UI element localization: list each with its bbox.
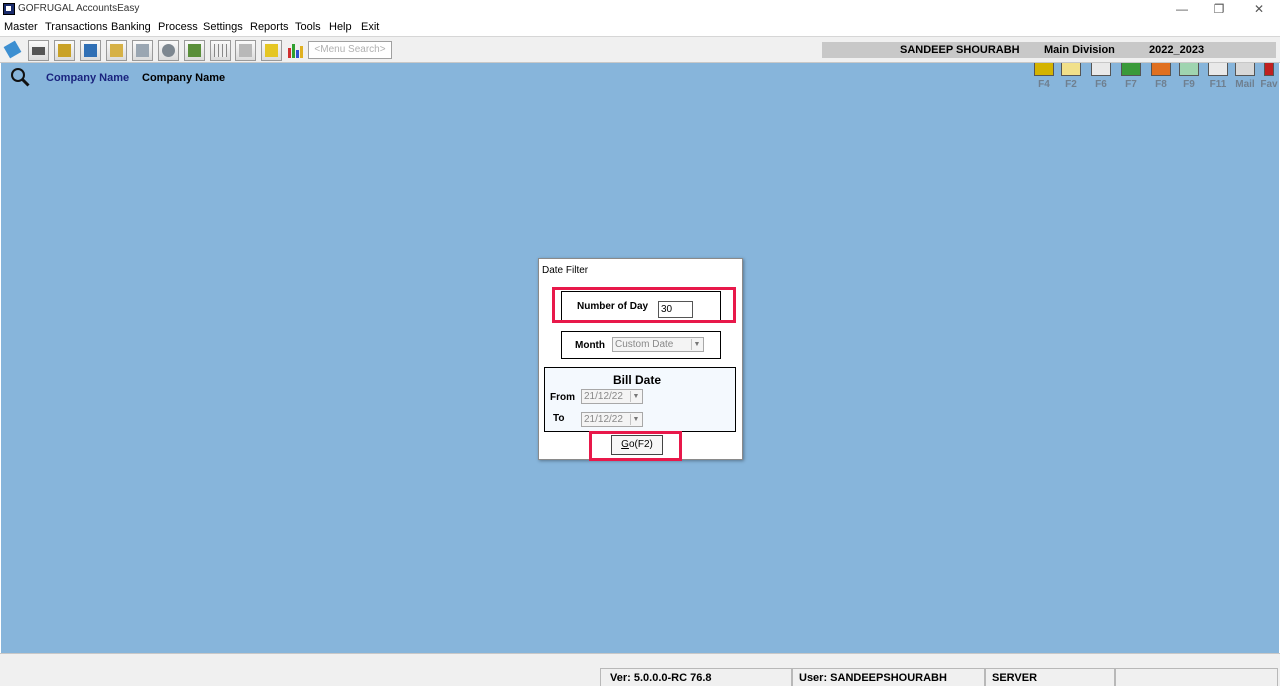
menu-search-input[interactable]: <Menu Search> (308, 41, 392, 59)
app-icon (3, 3, 15, 15)
status-empty-cell (1115, 668, 1278, 686)
status-bar: Ver: 5.0.0.0-RC 76.8 User: SANDEEPSHOURA… (0, 653, 1280, 686)
toolbar: <Menu Search> SANDEEP SHOURABH Main Divi… (0, 36, 1280, 63)
mail-icon (1235, 63, 1255, 76)
bill-date-label: Bill Date (613, 373, 662, 387)
f2-shortcut[interactable]: F2 (1058, 63, 1084, 91)
menu-exit[interactable]: Exit (361, 21, 379, 33)
search-icon[interactable] (10, 67, 30, 87)
menu-master[interactable]: Master (4, 21, 38, 33)
menu-help[interactable]: Help (329, 21, 352, 33)
minimize-button[interactable]: — (1167, 1, 1197, 17)
f7-shortcut[interactable]: F7 (1118, 63, 1144, 91)
user-name: SANDEEP SHOURABH (900, 44, 1020, 56)
bill-date-group: Bill Date From 21/12/22 ▼ To 21/12/22 ▼ (544, 367, 736, 432)
from-date-select[interactable]: 21/12/22 ▼ (581, 389, 643, 404)
bar-chart-graphic (288, 44, 303, 58)
number-of-day-highlight (552, 287, 736, 323)
calculator-icon[interactable] (235, 40, 256, 61)
f11-shortcut[interactable]: F11 (1205, 63, 1231, 91)
folder-icon[interactable] (106, 40, 127, 61)
f4-shortcut[interactable]: F4 (1031, 63, 1057, 91)
book-icon[interactable] (3, 40, 24, 61)
gear-document-icon[interactable] (158, 40, 179, 61)
date-filter-dialog: Date Filter Number of Day 30 Month Custo… (538, 258, 743, 461)
menu-tools[interactable]: Tools (295, 21, 321, 33)
division-name: Main Division (1044, 44, 1115, 56)
pencil-icon (1061, 63, 1081, 76)
menu-banking[interactable]: Banking (111, 21, 151, 33)
month-select[interactable]: Custom Date ▼ (612, 337, 704, 352)
fav-shortcut[interactable]: Fav (1259, 63, 1279, 91)
dialog-title: Date Filter (542, 265, 589, 276)
bar-chart-icon[interactable] (286, 40, 307, 61)
to-date-select[interactable]: 21/12/22 ▼ (581, 412, 643, 427)
f9-shortcut[interactable]: F9 (1176, 63, 1202, 91)
menu-transactions[interactable]: Transactions (45, 21, 108, 33)
user-label: User: SANDEEPSHOURABH (792, 668, 985, 686)
month-group: Month Custom Date ▼ (561, 331, 721, 359)
menu-settings[interactable]: Settings (203, 21, 243, 33)
to-label: To (553, 413, 565, 424)
window-title: GOFRUGAL AccountsEasy (18, 3, 140, 14)
chevron-down-icon: ▼ (691, 339, 702, 350)
wrench-icon (1151, 63, 1171, 76)
print-icon (1091, 63, 1111, 76)
close-button[interactable]: ✕ (1244, 1, 1274, 17)
month-label: Month (575, 340, 605, 351)
mail-shortcut[interactable]: Mail (1232, 63, 1258, 91)
version-label: Ver: 5.0.0.0-RC 76.8 (600, 668, 792, 686)
ledger-icon[interactable] (80, 40, 101, 61)
exit-icon[interactable] (261, 40, 282, 61)
tree-icon (1121, 63, 1141, 76)
chevron-down-icon: ▼ (630, 414, 641, 425)
bookmark-icon (1264, 63, 1274, 76)
refresh-icon (1179, 63, 1199, 76)
document-icon[interactable] (132, 40, 153, 61)
server-label: SERVER (985, 668, 1115, 686)
f6-shortcut[interactable]: F6 (1088, 63, 1114, 91)
restore-button[interactable]: ❐ (1204, 1, 1234, 17)
menu-bar: Master Transactions Banking Process Sett… (0, 18, 1280, 36)
box-icon[interactable] (54, 40, 75, 61)
checklist-icon[interactable] (184, 40, 205, 61)
from-label: From (550, 392, 575, 403)
title-bar: GOFRUGAL AccountsEasy — ❐ ✕ (0, 0, 1280, 18)
grid-icon[interactable] (210, 40, 231, 61)
menu-reports[interactable]: Reports (250, 21, 289, 33)
menu-process[interactable]: Process (158, 21, 198, 33)
company-name-label: Company Name (142, 72, 226, 84)
printer-icon[interactable] (28, 40, 49, 61)
go-button-highlight (589, 431, 682, 461)
company-name-link[interactable]: Company Name (46, 72, 129, 84)
f8-shortcut[interactable]: F8 (1148, 63, 1174, 91)
notepad-icon (1208, 63, 1228, 76)
session-info-strip: SANDEEP SHOURABH Main Division 2022_2023 (822, 42, 1276, 58)
chevron-down-icon: ▼ (630, 391, 641, 402)
financial-year: 2022_2023 (1149, 44, 1205, 56)
tools-icon (1034, 63, 1054, 76)
